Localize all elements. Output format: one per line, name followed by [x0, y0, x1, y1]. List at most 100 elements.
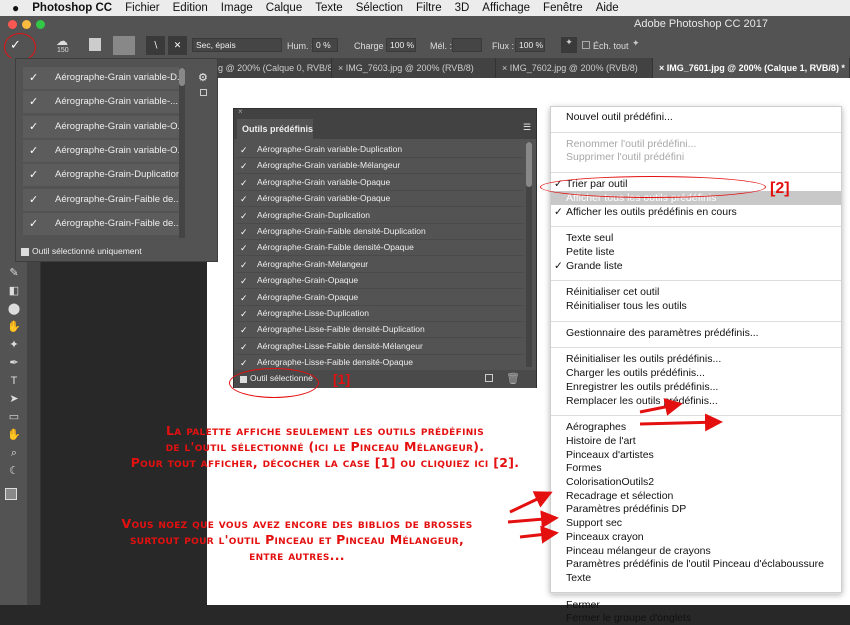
preset-item[interactable]: ✓ Aérographe-Lisse-Faible densité-Mélange…	[237, 338, 523, 355]
menu-item[interactable]: ✓ Afficher les outils prédéfinis en cours	[551, 205, 841, 219]
close-icon[interactable]: ×	[238, 107, 243, 116]
menu-item[interactable]: Pinceau mélangeur de crayons	[551, 544, 841, 558]
menu-item[interactable]: Aérographes	[551, 420, 841, 434]
brush-tip-icon[interactable]: ☁	[56, 34, 68, 48]
preset-item[interactable]: ✓ Aérographe-Grain-Duplication	[23, 164, 179, 187]
menu-1[interactable]: Edition	[173, 2, 208, 14]
tool-icon[interactable]: ✎	[7, 266, 21, 280]
tool-icon[interactable]: ✋	[7, 428, 21, 442]
load-brush-icon[interactable]: ∖	[146, 36, 165, 55]
menu-7[interactable]: 3D	[455, 2, 470, 14]
preset-item[interactable]: ✓ Aérographe-Grain-Faible de...	[23, 212, 179, 235]
preset-item[interactable]: ✓ Aérographe-Grain-Faible densité-Duplica…	[237, 223, 523, 240]
selected-tool-only-checkbox[interactable]	[21, 248, 29, 256]
preset-item[interactable]: ✓ Aérographe-Lisse-Faible densité-Duplica…	[237, 321, 523, 339]
menu-item[interactable]: Réinitialiser tous les outils	[551, 299, 841, 313]
preset-item[interactable]: ✓ Aérographe-Grain-Faible de...	[23, 188, 179, 211]
menu-4[interactable]: Texte	[315, 2, 343, 14]
tool-icon[interactable]: ✒	[7, 356, 21, 370]
preset-item[interactable]: ✓ Aérographe-Grain-Opaque	[237, 272, 523, 290]
menu-item[interactable]: Formes	[551, 461, 841, 475]
preset-item[interactable]: ✓ Aérographe-Grain variable-O...	[23, 139, 179, 162]
preset-item[interactable]: ✓ Aérographe-Grain variable-Opaque	[237, 174, 523, 191]
preset-item[interactable]: ✓ Aérographe-Grain variable-Opaque	[237, 190, 523, 208]
menu-8[interactable]: Affichage	[482, 2, 530, 14]
close-tab-icon[interactable]: ×	[502, 63, 510, 73]
preset-item[interactable]: ✓ Aérographe-Grain variable-O...	[23, 115, 179, 138]
scrollbar[interactable]	[179, 68, 185, 238]
preset-item[interactable]: ✓ Aérographe-Grain-Faible densité-Opaque	[237, 239, 523, 257]
menu-item[interactable]: Nouvel outil prédéfini...	[551, 110, 841, 124]
menu-item[interactable]: ColorisationOutils2	[551, 475, 841, 489]
airbrush-icon[interactable]: ✦	[561, 37, 577, 53]
panel-menu-icon[interactable]: ☰	[523, 122, 531, 133]
menu-item[interactable]: Fermer le groupe d'onglets	[551, 611, 841, 625]
ech-tout-checkbox[interactable]	[582, 41, 590, 49]
tab-outils-predefinis[interactable]: Outils prédéfinis	[237, 119, 313, 139]
menu-10[interactable]: Aide	[596, 2, 619, 14]
menu-item[interactable]: Réinitialiser les outils prédéfinis...	[551, 352, 841, 366]
menu-item[interactable]: Enregistrer les outils prédéfinis...	[551, 380, 841, 394]
preset-item[interactable]: ✓ Aérographe-Grain-Opaque	[237, 289, 523, 306]
menu-3[interactable]: Calque	[266, 2, 302, 14]
preset-item[interactable]: ✓ Aérographe-Lisse-Duplication	[237, 305, 523, 322]
color-swatch[interactable]	[113, 36, 135, 55]
clean-brush-icon[interactable]: ✕	[168, 36, 187, 55]
close-tab-icon[interactable]: ×	[338, 63, 346, 73]
preset-item[interactable]: ✓ Aérographe-Grain-Mélangeur	[237, 256, 523, 273]
zoom-window-button[interactable]	[36, 20, 45, 29]
scrollbar[interactable]	[526, 142, 532, 367]
tool-icon[interactable]: ➤	[7, 392, 21, 406]
preset-item[interactable]: ✓ Aérographe-Grain-Duplication	[237, 207, 523, 224]
menu-item[interactable]: Remplacer les outils prédéfinis...	[551, 394, 841, 408]
tool-icon[interactable]: ◧	[7, 284, 21, 298]
preset-item[interactable]: ✓ Aérographe-Grain variable-Mélangeur	[237, 157, 523, 175]
brush-panel-icon[interactable]	[89, 38, 101, 51]
menu-item[interactable]: Gestionnaire des paramètres prédéfinis..…	[551, 326, 841, 340]
preset-item[interactable]: ✓ Aérographe-Grain variable-...	[23, 91, 179, 114]
menu-item[interactable]: Histoire de l'art	[551, 434, 841, 448]
menu-0[interactable]: Fichier	[125, 2, 160, 14]
mel-input[interactable]	[452, 38, 482, 52]
document-tab[interactable]: × IMG_7601.jpg @ 200% (Calque 1, RVB/8) …	[653, 58, 850, 78]
menu-item[interactable]: Support sec	[551, 516, 841, 530]
menu-item[interactable]: Réinitialiser cet outil	[551, 285, 841, 299]
foreground-color-swatch[interactable]	[5, 488, 17, 500]
menu-6[interactable]: Filtre	[416, 2, 442, 14]
tool-icon[interactable]: ✋	[7, 320, 21, 334]
new-preset-icon[interactable]	[200, 89, 207, 96]
menu-item[interactable]: Paramètres prédéfinis DP	[551, 502, 841, 516]
tool-icon[interactable]: ☾	[7, 464, 21, 478]
menu-2[interactable]: Image	[221, 2, 253, 14]
menu-item[interactable]: Recadrage et sélection	[551, 489, 841, 503]
charge-input[interactable]: 100 %	[386, 38, 416, 52]
tool-icon[interactable]: T	[7, 374, 21, 388]
tool-icon[interactable]: ▭	[7, 410, 21, 424]
apple-icon[interactable]: ●	[12, 1, 19, 15]
menu-item[interactable]: Petite liste	[551, 245, 841, 259]
menu-item[interactable]: Texte seul	[551, 231, 841, 245]
pressure-icon[interactable]: ✦	[632, 38, 640, 49]
preset-item[interactable]: ✓ Aérographe-Grain variable-Duplication	[237, 141, 523, 158]
menu-5[interactable]: Sélection	[356, 2, 403, 14]
menu-item[interactable]: Charger les outils prédéfinis...	[551, 366, 841, 380]
new-preset-icon[interactable]	[485, 374, 493, 382]
flux-input[interactable]: 100 %	[515, 38, 545, 52]
hum-input[interactable]: 0 %	[312, 38, 338, 52]
blend-preset-select[interactable]: Sec, épais	[192, 38, 282, 52]
gear-icon[interactable]: ⚙	[198, 71, 208, 84]
menu-9[interactable]: Fenêtre	[543, 2, 583, 14]
minimize-window-button[interactable]	[22, 20, 31, 29]
close-tab-icon[interactable]: ×	[659, 63, 667, 73]
menu-item[interactable]: Pinceaux d'artistes	[551, 448, 841, 462]
document-tab[interactable]: × IMG_7602.jpg @ 200% (RVB/8)	[496, 58, 653, 78]
preset-item[interactable]: ✓ Aérographe-Grain variable-D...	[23, 67, 179, 89]
menu-app[interactable]: Photoshop CC	[32, 2, 112, 14]
trash-icon[interactable]: 🗑	[506, 372, 520, 385]
menu-item[interactable]: Texte	[551, 571, 841, 585]
tool-icon[interactable]: ⬤	[7, 302, 21, 316]
menu-item[interactable]: ✓ Grande liste	[551, 259, 841, 273]
document-tab[interactable]: ng @ 200% (Calque 0, RVB/8)	[207, 58, 332, 78]
document-tab[interactable]: × IMG_7603.jpg @ 200% (RVB/8)	[332, 58, 496, 78]
menu-item[interactable]: Paramètres prédéfinis de l'outil Pinceau…	[551, 557, 841, 571]
